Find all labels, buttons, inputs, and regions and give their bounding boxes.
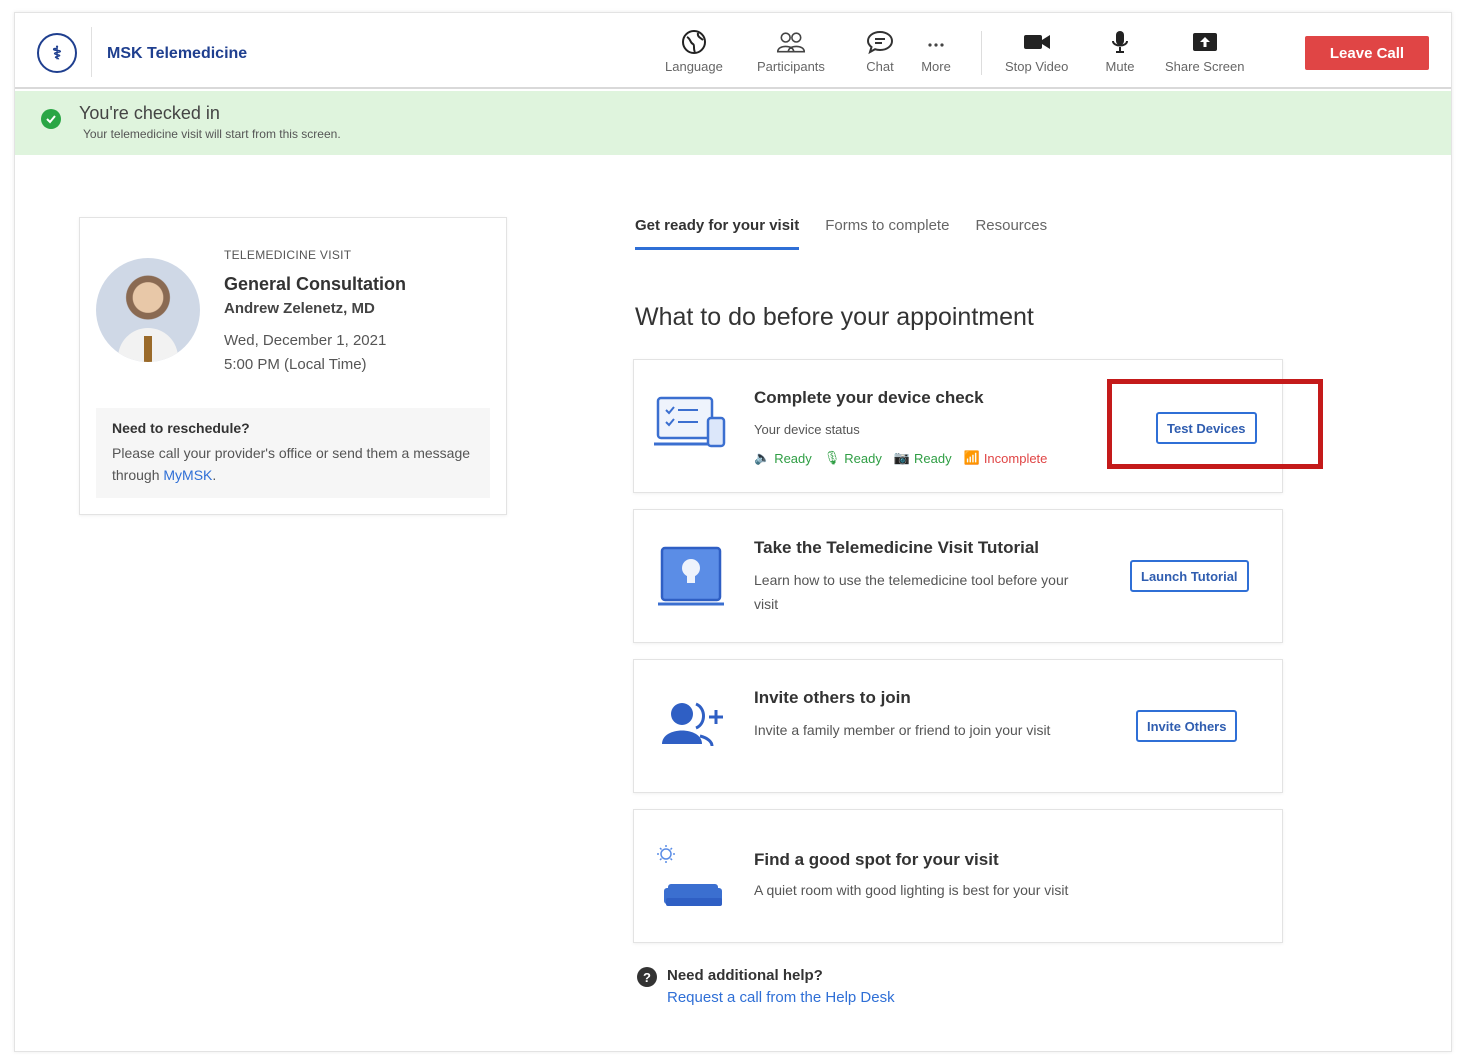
visit-title: General Consultation [224, 274, 407, 294]
section-title: What to do before your appointment [635, 303, 1034, 331]
reschedule-box: Need to reschedule? Please call your pro… [96, 408, 490, 498]
participants-icon [776, 27, 806, 57]
stop-video-label: Stop Video [1005, 59, 1069, 74]
banner-subtitle: Your telemedicine visit will start from … [83, 127, 341, 141]
device-check-title: Complete your device check [754, 388, 984, 407]
share-screen-icon [1190, 27, 1220, 57]
connection-status-label: Incomplete [983, 450, 1048, 466]
tutorial-card: Take the Telemedicine Visit Tutorial Lea… [633, 509, 1283, 643]
connection-icon: 📶 [963, 450, 980, 465]
mymsk-link[interactable]: MyMSK [163, 467, 212, 483]
help-title: Need additional help? [667, 967, 823, 984]
help-desk-link[interactable]: Request a call from the Help Desk [667, 989, 895, 1006]
lightbulb-screen-icon [652, 544, 728, 610]
leave-call-button[interactable]: Leave Call [1305, 36, 1429, 70]
couch-lamp-icon [652, 844, 728, 910]
reschedule-text: Please call your provider's office or se… [112, 442, 474, 486]
add-people-icon [652, 694, 728, 760]
tab-forms[interactable]: Forms to complete [825, 217, 949, 250]
globe-icon [679, 27, 709, 57]
share-screen-button[interactable]: Share Screen [1165, 27, 1245, 74]
device-status-row: 🔈 Ready 🎙 Ready 📷 Ready 📶 Incomplete [754, 450, 1047, 466]
more-dots-icon [921, 27, 951, 57]
visit-type-label: TELEMEDICINE VISIT [224, 248, 352, 262]
good-spot-subtitle: A quiet room with good lighting is best … [754, 882, 1069, 898]
chat-label: Chat [866, 59, 894, 74]
chat-button[interactable]: Chat [865, 27, 895, 74]
microphone-small-icon: 🎙 [823, 450, 841, 465]
camera-status-label: Ready [914, 450, 952, 466]
video-camera-icon [1022, 27, 1052, 57]
tutorial-subtitle: Learn how to use the telemedicine tool b… [754, 572, 1069, 612]
mute-button[interactable]: Mute [1105, 27, 1135, 74]
tutorial-title: Take the Telemedicine Visit Tutorial [754, 538, 1039, 557]
microphone-icon [1105, 27, 1135, 57]
good-spot-title: Find a good spot for your visit [754, 850, 999, 869]
camera-small-icon: 📷 [893, 450, 911, 465]
highlight-box [1107, 379, 1323, 469]
speaker-status: 🔈 Ready [754, 450, 812, 466]
invite-subtitle: Invite a family member or friend to join… [754, 722, 1051, 738]
doctor-avatar [96, 258, 200, 362]
mute-label: Mute [1105, 59, 1135, 74]
participants-button[interactable]: Participants [757, 27, 825, 74]
banner-title: You're checked in [79, 103, 220, 123]
more-button[interactable]: More [921, 27, 951, 74]
visit-date: Wed, December 1, 2021 [224, 332, 387, 349]
appointment-card: TELEMEDICINE VISIT General Consultation … [79, 217, 507, 515]
logo-divider [91, 27, 92, 77]
avatar-tie [144, 336, 152, 362]
device-check-icon [652, 394, 728, 460]
chat-bubble-icon [865, 27, 895, 57]
microphone-status: 🎙 Ready [824, 450, 882, 466]
visit-time: 5:00 PM (Local Time) [224, 356, 367, 373]
doctor-name: Andrew Zelenetz, MD [224, 300, 375, 317]
participants-label: Participants [757, 59, 825, 74]
camera-status: 📷 Ready [894, 450, 952, 466]
toolbar-divider [981, 31, 982, 75]
launch-tutorial-button[interactable]: Launch Tutorial [1130, 560, 1249, 592]
msk-logo-icon: ⚕ [37, 33, 77, 73]
check-circle-icon [41, 109, 61, 129]
app-window: ⚕ MSK Telemedicine Language Participants… [14, 12, 1452, 1052]
help-question-icon: ? [637, 967, 657, 987]
reschedule-end: . [212, 467, 217, 483]
checked-in-banner: You're checked in Your telemedicine visi… [15, 91, 1451, 155]
language-button[interactable]: Language [665, 27, 723, 74]
speaker-status-label: Ready [774, 450, 812, 466]
tab-get-ready[interactable]: Get ready for your visit [635, 217, 800, 250]
connection-status: 📶 Incomplete [964, 450, 1048, 466]
share-screen-label: Share Screen [1165, 59, 1245, 74]
more-label: More [921, 59, 951, 74]
invite-card: Invite others to join Invite a family me… [633, 659, 1283, 793]
invite-others-button[interactable]: Invite Others [1136, 710, 1238, 742]
speaker-icon: 🔈 [754, 450, 771, 465]
reschedule-title: Need to reschedule? [112, 420, 250, 436]
device-status-label: Your device status [754, 422, 860, 437]
microphone-status-label: Ready [844, 450, 882, 466]
language-label: Language [665, 59, 723, 74]
good-spot-card: Find a good spot for your visit A quiet … [633, 809, 1283, 943]
visit-tabs: Get ready for your visit Forms to comple… [635, 217, 1047, 250]
top-bar: ⚕ MSK Telemedicine Language Participants… [15, 13, 1451, 89]
stop-video-button[interactable]: Stop Video [1005, 27, 1068, 74]
invite-title: Invite others to join [754, 688, 911, 707]
tab-resources[interactable]: Resources [975, 217, 1047, 250]
brand-name: MSK Telemedicine [107, 45, 248, 62]
